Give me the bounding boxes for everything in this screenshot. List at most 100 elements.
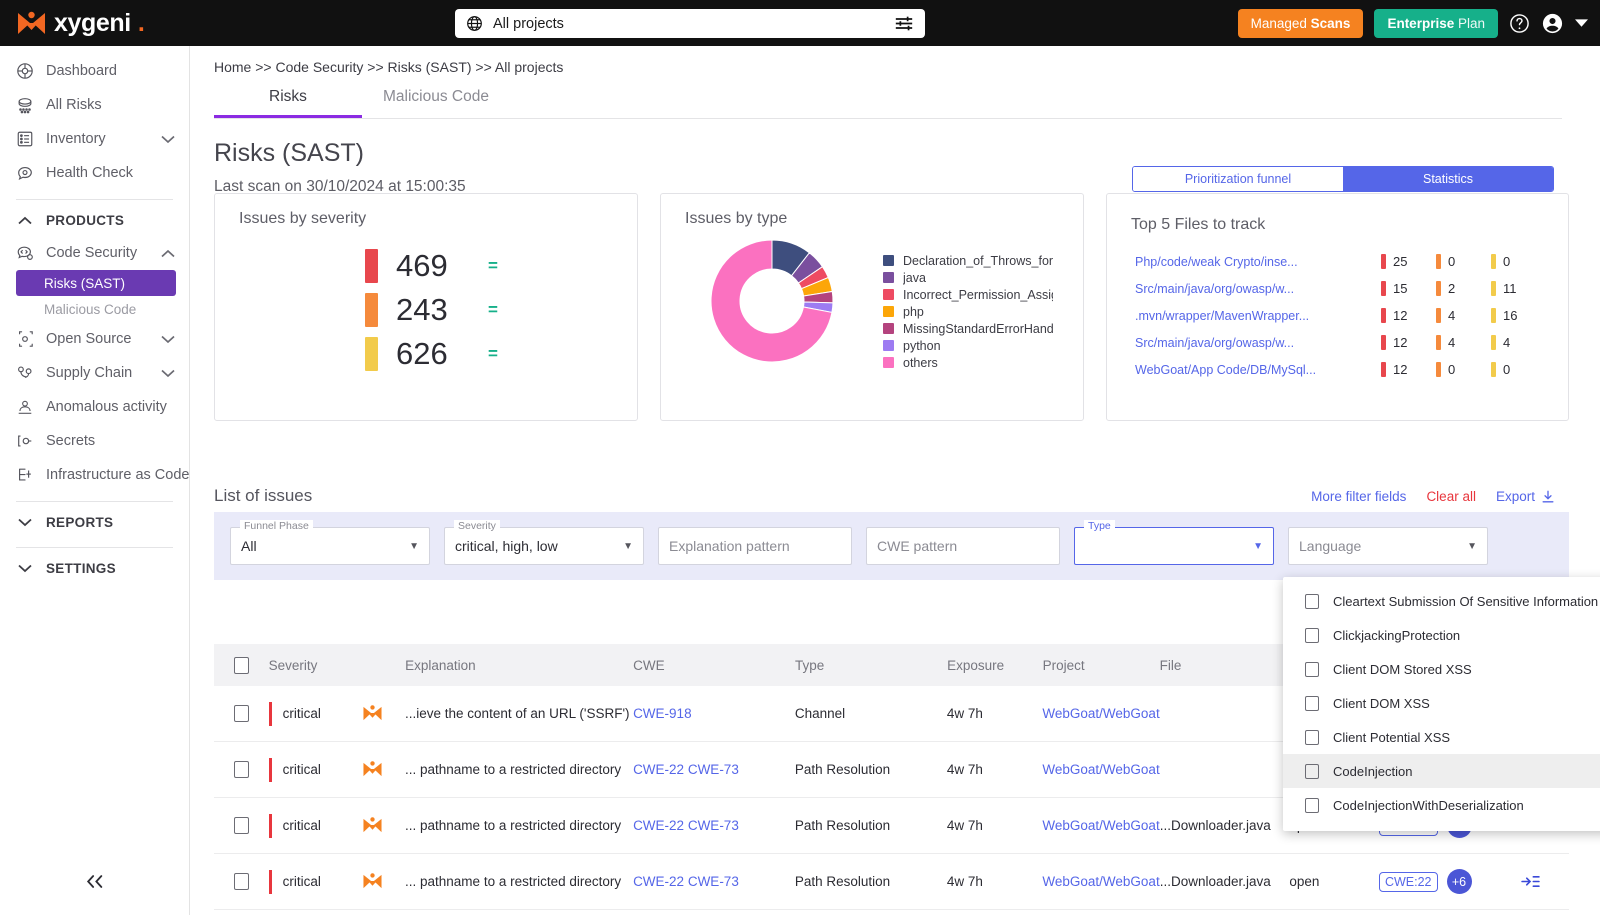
dropdown-option[interactable]: CodeInjection bbox=[1283, 754, 1600, 788]
managed-scans-button[interactable]: Managed Scans bbox=[1237, 8, 1364, 38]
more-filter-fields-link[interactable]: More filter fields bbox=[1311, 489, 1406, 504]
option-checkbox[interactable] bbox=[1305, 627, 1319, 643]
chevron-down-icon[interactable] bbox=[161, 335, 175, 344]
sidebar-item-infrastructure-as-code[interactable]: Infrastructure as Code bbox=[0, 458, 189, 492]
sidebar-item-malicious-code[interactable]: Malicious Code bbox=[0, 296, 189, 322]
chevron-down-icon: ▼ bbox=[1467, 540, 1477, 552]
tab-malicious-code[interactable]: Malicious Code bbox=[362, 84, 510, 118]
legend-item[interactable]: php bbox=[883, 303, 1053, 320]
chevron-down-icon[interactable] bbox=[1575, 18, 1588, 28]
tab-risks[interactable]: Risks bbox=[214, 84, 362, 118]
chevron-up-icon[interactable] bbox=[161, 249, 175, 258]
sidebar-item-risks-sast[interactable]: Risks (SAST) bbox=[16, 270, 176, 296]
type-filter-dropdown[interactable]: Cleartext Submission Of Sensitive Inform… bbox=[1283, 577, 1600, 831]
cell-project[interactable]: WebGoat/WebGoat bbox=[1042, 706, 1159, 721]
filter-type[interactable]: Type ▼ bbox=[1074, 520, 1274, 565]
sidebar-item-secrets[interactable]: Secrets bbox=[0, 424, 189, 458]
sidebar-collapse-button[interactable] bbox=[0, 874, 190, 889]
legend-item[interactable]: MissingStandardErrorHand bbox=[883, 320, 1053, 337]
row-action-button[interactable] bbox=[1491, 874, 1569, 889]
sidebar-section-settings[interactable]: SETTINGS bbox=[0, 552, 189, 584]
sliders-icon[interactable] bbox=[894, 15, 914, 32]
dropdown-option[interactable]: Cleartext Submission Of Sensitive Inform… bbox=[1283, 584, 1600, 618]
sidebar-item-dashboard[interactable]: Dashboard bbox=[0, 54, 189, 88]
column-header-type[interactable]: Type bbox=[795, 658, 947, 673]
help-circle-icon[interactable] bbox=[1509, 13, 1530, 34]
file-row[interactable]: WebGoat/App Code/DB/MySql... 12 0 0 bbox=[1135, 356, 1546, 383]
cell-project[interactable]: WebGoat/WebGoat bbox=[1042, 874, 1159, 889]
option-checkbox[interactable] bbox=[1305, 593, 1319, 609]
cell-project[interactable]: WebGoat/WebGoat bbox=[1042, 818, 1159, 833]
sidebar-item-supply-chain[interactable]: Supply Chain bbox=[0, 356, 189, 390]
filter-funnel-phase[interactable]: Funnel Phase All ▼ bbox=[230, 520, 430, 565]
account-circle-icon[interactable] bbox=[1541, 12, 1564, 35]
filter-cwe-pattern[interactable]: CWE pattern bbox=[866, 527, 1060, 565]
option-checkbox[interactable] bbox=[1305, 797, 1319, 813]
dropdown-option[interactable]: Client Potential XSS bbox=[1283, 720, 1600, 754]
cell-cwe[interactable]: CWE-22 CWE-73 bbox=[633, 818, 795, 833]
option-checkbox[interactable] bbox=[1305, 729, 1319, 745]
sidebar-item-health-check[interactable]: Health Check bbox=[0, 156, 189, 190]
legend-item[interactable]: Incorrect_Permission_Assig bbox=[883, 286, 1053, 303]
toggle-prioritization-funnel[interactable]: Prioritization funnel bbox=[1133, 167, 1343, 191]
project-selector[interactable]: All projects bbox=[455, 9, 925, 38]
tag-pill[interactable]: CWE:22 bbox=[1378, 871, 1438, 892]
dropdown-option[interactable]: Client DOM XSS bbox=[1283, 686, 1600, 720]
file-name[interactable]: Src/main/java/org/owasp/w... bbox=[1135, 282, 1381, 296]
option-checkbox[interactable] bbox=[1305, 763, 1319, 779]
column-header-file[interactable]: File bbox=[1160, 658, 1290, 673]
file-row[interactable]: Src/main/java/org/owasp/w... 15 2 11 bbox=[1135, 275, 1546, 302]
filter-language[interactable]: Language ▼ bbox=[1288, 527, 1488, 565]
column-header-exposure[interactable]: Exposure bbox=[947, 658, 1043, 673]
filter-explanation-pattern[interactable]: Explanation pattern bbox=[658, 527, 852, 565]
option-checkbox[interactable] bbox=[1305, 661, 1319, 677]
row-checkbox[interactable] bbox=[214, 873, 269, 890]
cell-project[interactable]: WebGoat/WebGoat bbox=[1042, 762, 1159, 777]
clear-all-link[interactable]: Clear all bbox=[1426, 489, 1476, 504]
chevron-down-icon[interactable] bbox=[161, 369, 175, 378]
sidebar-section-reports[interactable]: REPORTS bbox=[0, 506, 189, 538]
legend-item[interactable]: java bbox=[883, 269, 1053, 286]
filter-severity[interactable]: Severity critical, high, low ▼ bbox=[444, 520, 644, 565]
dropdown-option[interactable]: ClickjackingProtection bbox=[1283, 618, 1600, 652]
file-name[interactable]: Php/code/weak Crypto/inse... bbox=[1135, 255, 1381, 269]
file-name[interactable]: Src/main/java/org/owasp/w... bbox=[1135, 336, 1381, 350]
table-row[interactable]: critical... pathname to a restricted dir… bbox=[214, 910, 1569, 915]
column-header-project[interactable]: Project bbox=[1043, 658, 1160, 673]
top-bar: xygeni . All projects Managed Scans Ente… bbox=[0, 0, 1600, 46]
legend-item[interactable]: others bbox=[883, 354, 1053, 371]
column-header-severity[interactable]: Severity bbox=[269, 658, 363, 673]
select-all-checkbox[interactable] bbox=[214, 656, 269, 674]
sidebar-item-open-source[interactable]: Open Source bbox=[0, 322, 189, 356]
legend-item[interactable]: Declaration_of_Throws_for bbox=[883, 252, 1053, 269]
sidebar-item-inventory[interactable]: Inventory bbox=[0, 122, 189, 156]
export-link[interactable]: Export bbox=[1496, 489, 1555, 504]
dropdown-option[interactable]: CodeInjectionWithDeserialization bbox=[1283, 788, 1600, 822]
sidebar-section-products[interactable]: PRODUCTS bbox=[0, 204, 189, 236]
table-row[interactable]: critical... pathname to a restricted dir… bbox=[214, 854, 1569, 910]
file-row[interactable]: Src/main/java/org/owasp/w... 12 4 4 bbox=[1135, 329, 1546, 356]
cell-cwe[interactable]: CWE-22 CWE-73 bbox=[633, 762, 795, 777]
chevron-down-icon[interactable] bbox=[161, 135, 175, 144]
column-header-cwe[interactable]: CWE bbox=[633, 658, 795, 673]
row-checkbox[interactable] bbox=[214, 817, 269, 834]
row-checkbox[interactable] bbox=[214, 705, 269, 722]
sidebar-item-code-security[interactable]: Code Security bbox=[0, 236, 189, 270]
file-row[interactable]: Php/code/weak Crypto/inse... 25 0 0 bbox=[1135, 248, 1546, 275]
file-name[interactable]: .mvn/wrapper/MavenWrapper... bbox=[1135, 309, 1381, 323]
cell-cwe[interactable]: CWE-22 CWE-73 bbox=[633, 874, 795, 889]
dropdown-option[interactable]: Client DOM Stored XSS bbox=[1283, 652, 1600, 686]
legend-item[interactable]: python bbox=[883, 337, 1053, 354]
toggle-statistics[interactable]: Statistics bbox=[1343, 167, 1553, 191]
row-checkbox[interactable] bbox=[214, 761, 269, 778]
sidebar-item-all-risks[interactable]: All Risks bbox=[0, 88, 189, 122]
cell-cwe[interactable]: CWE-918 bbox=[633, 706, 795, 721]
file-name[interactable]: WebGoat/App Code/DB/MySql... bbox=[1135, 363, 1381, 377]
brand-logo[interactable]: xygeni . bbox=[0, 9, 190, 38]
option-checkbox[interactable] bbox=[1305, 695, 1319, 711]
file-row[interactable]: .mvn/wrapper/MavenWrapper... 12 4 16 bbox=[1135, 302, 1546, 329]
enterprise-plan-button[interactable]: Enterprise Plan bbox=[1374, 8, 1498, 38]
tag-more-badge[interactable]: +6 bbox=[1446, 869, 1472, 894]
sidebar-item-anomalous-activity[interactable]: Anomalous activity bbox=[0, 390, 189, 424]
column-header-explanation[interactable]: Explanation bbox=[405, 658, 633, 673]
